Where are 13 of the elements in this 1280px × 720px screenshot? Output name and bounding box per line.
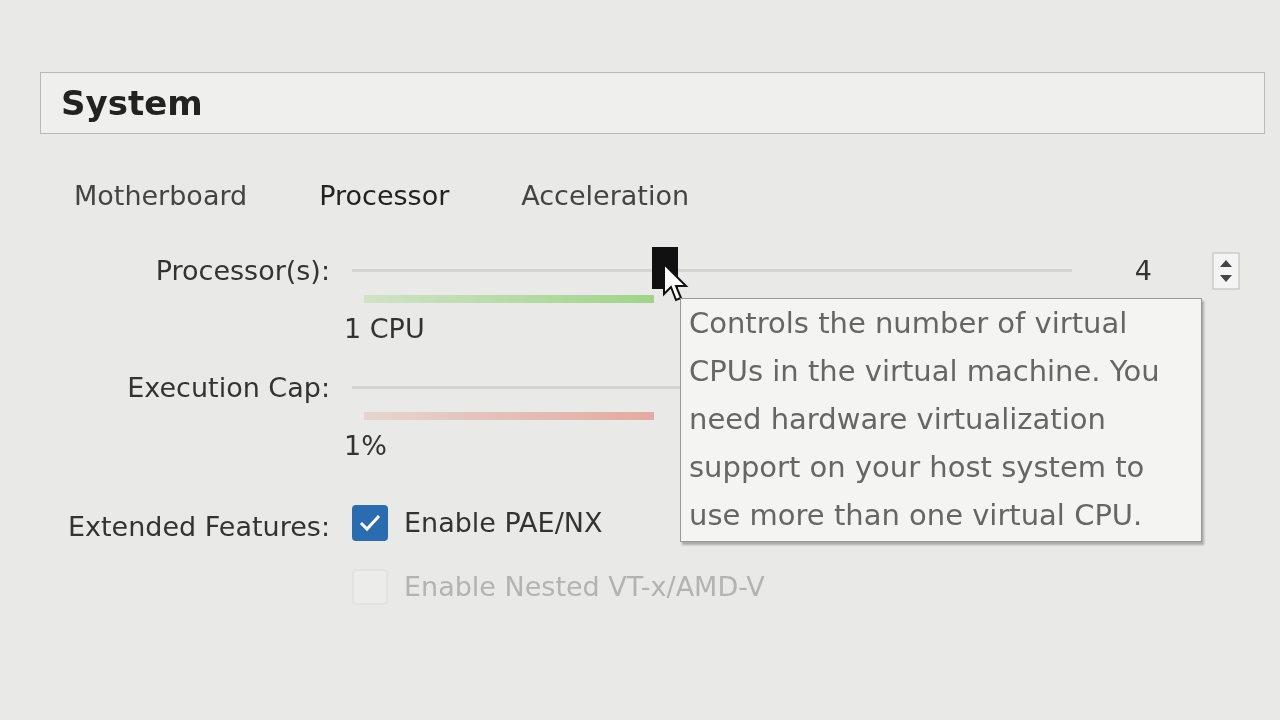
tooltip: Controls the number of virtual CPUs in the virtual machine. You need hardware virtualization support on your host system to use more than one virtual CPU. [680, 298, 1202, 542]
spinbox-value[interactable]: 4 [1092, 250, 1152, 291]
min-value-label: 1% [344, 429, 387, 463]
field-label: Extended Features: [67, 509, 330, 544]
section-title: System [61, 81, 203, 125]
spin-arrows-icon[interactable] [1212, 251, 1240, 290]
tab[interactable]: Acceleration [509, 172, 702, 221]
min-value-label: 1 CPU [344, 312, 425, 346]
tab[interactable]: Motherboard [62, 172, 260, 221]
field-label: Processor(s): [154, 253, 330, 288]
tab[interactable]: Processor [307, 172, 462, 221]
field-label: Execution Cap: [126, 370, 330, 405]
checkmark-icon [359, 513, 381, 532]
